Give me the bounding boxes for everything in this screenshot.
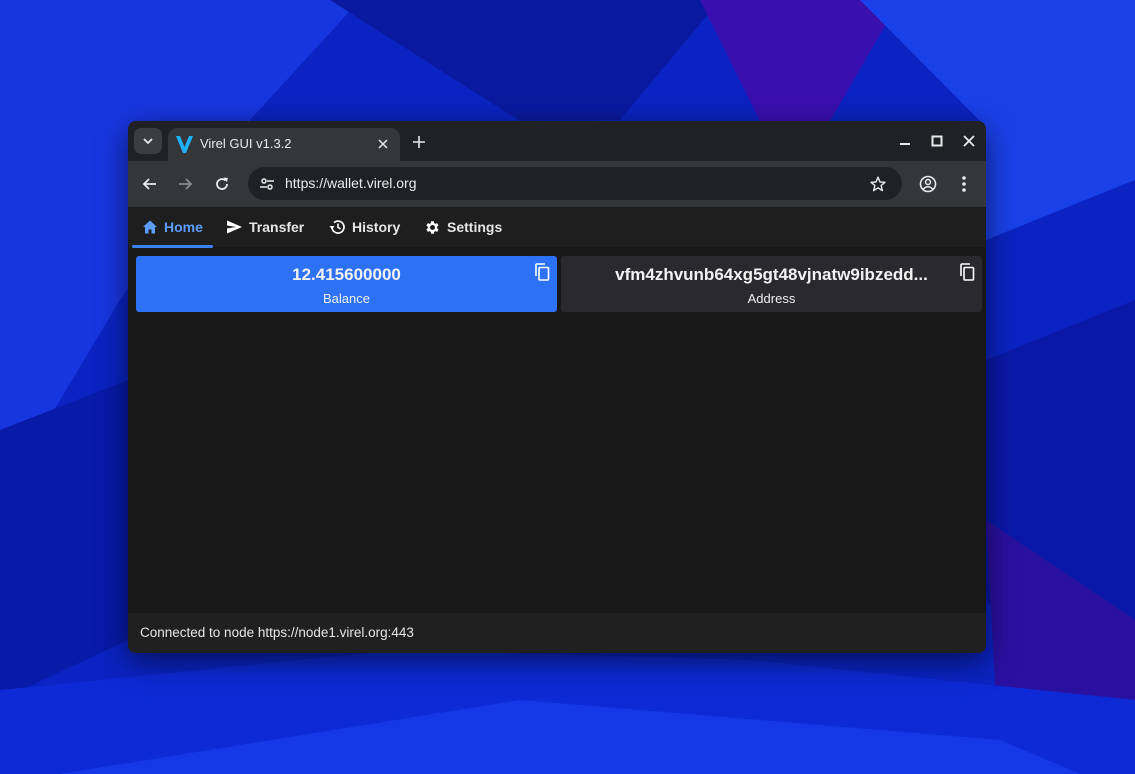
close-window-icon[interactable] — [960, 132, 978, 150]
copy-balance-icon[interactable] — [533, 263, 551, 281]
history-icon — [329, 220, 345, 234]
address-label: Address — [747, 291, 796, 306]
tab-history[interactable]: History — [329, 207, 400, 247]
site-info-tune-icon[interactable] — [256, 173, 278, 195]
send-icon — [227, 220, 242, 234]
browser-tab-active[interactable]: Virel GUI v1.3.2 — [168, 128, 400, 161]
address-card: vfm4zhvunb64xg5gt48vjnatw9ibzedd... Addr… — [561, 256, 982, 312]
tab-transfer-label: Transfer — [249, 219, 305, 235]
new-tab-plus-icon[interactable] — [409, 132, 429, 152]
tab-transfer[interactable]: Transfer — [226, 207, 304, 247]
tab-home[interactable]: Home — [142, 207, 203, 247]
gear-icon — [426, 220, 439, 234]
address-bar[interactable]: https://wallet.virel.org — [248, 167, 902, 200]
home-icon — [143, 220, 157, 234]
tab-history-label: History — [352, 219, 401, 235]
connection-status: Connected to node https://node1.virel.or… — [140, 625, 414, 640]
browser-window: Virel GUI v1.3.2 https://wallet.virel.or… — [128, 121, 986, 653]
balance-label: Balance — [323, 291, 370, 306]
url-text: https://wallet.virel.org — [285, 175, 417, 191]
wallet-app: Home Transfer History Settings 12.415600… — [128, 207, 986, 653]
more-vert-menu-icon[interactable] — [954, 174, 974, 194]
active-tab-indicator — [132, 245, 213, 248]
chevron-down-icon — [143, 138, 153, 145]
close-tab-icon[interactable] — [375, 136, 391, 152]
tab-settings-label: Settings — [447, 219, 503, 235]
status-bar: Connected to node https://node1.virel.or… — [128, 613, 986, 653]
minimize-icon[interactable] — [896, 132, 914, 150]
tab-settings[interactable]: Settings — [424, 207, 502, 247]
profile-avatar-icon[interactable] — [918, 174, 938, 194]
tab-search-button[interactable] — [134, 128, 162, 154]
maximize-icon[interactable] — [928, 132, 946, 150]
app-nav-bar: Home Transfer History Settings — [128, 207, 986, 248]
balance-value: 12.415600000 — [292, 265, 401, 284]
balance-card: 12.415600000 Balance — [136, 256, 557, 312]
bookmark-star-icon[interactable] — [868, 174, 888, 194]
tab-home-label: Home — [164, 219, 203, 235]
forward-arrow-icon[interactable] — [175, 174, 195, 194]
browser-toolbar: https://wallet.virel.org — [128, 161, 986, 207]
reload-icon[interactable] — [212, 174, 232, 194]
address-value: vfm4zhvunb64xg5gt48vjnatw9ibzedd... — [615, 265, 928, 284]
browser-tab-strip: Virel GUI v1.3.2 — [128, 121, 986, 161]
copy-address-icon[interactable] — [958, 263, 976, 281]
virel-v-logo-icon — [176, 136, 193, 153]
back-arrow-icon[interactable] — [140, 174, 160, 194]
tab-title: Virel GUI v1.3.2 — [200, 136, 292, 151]
